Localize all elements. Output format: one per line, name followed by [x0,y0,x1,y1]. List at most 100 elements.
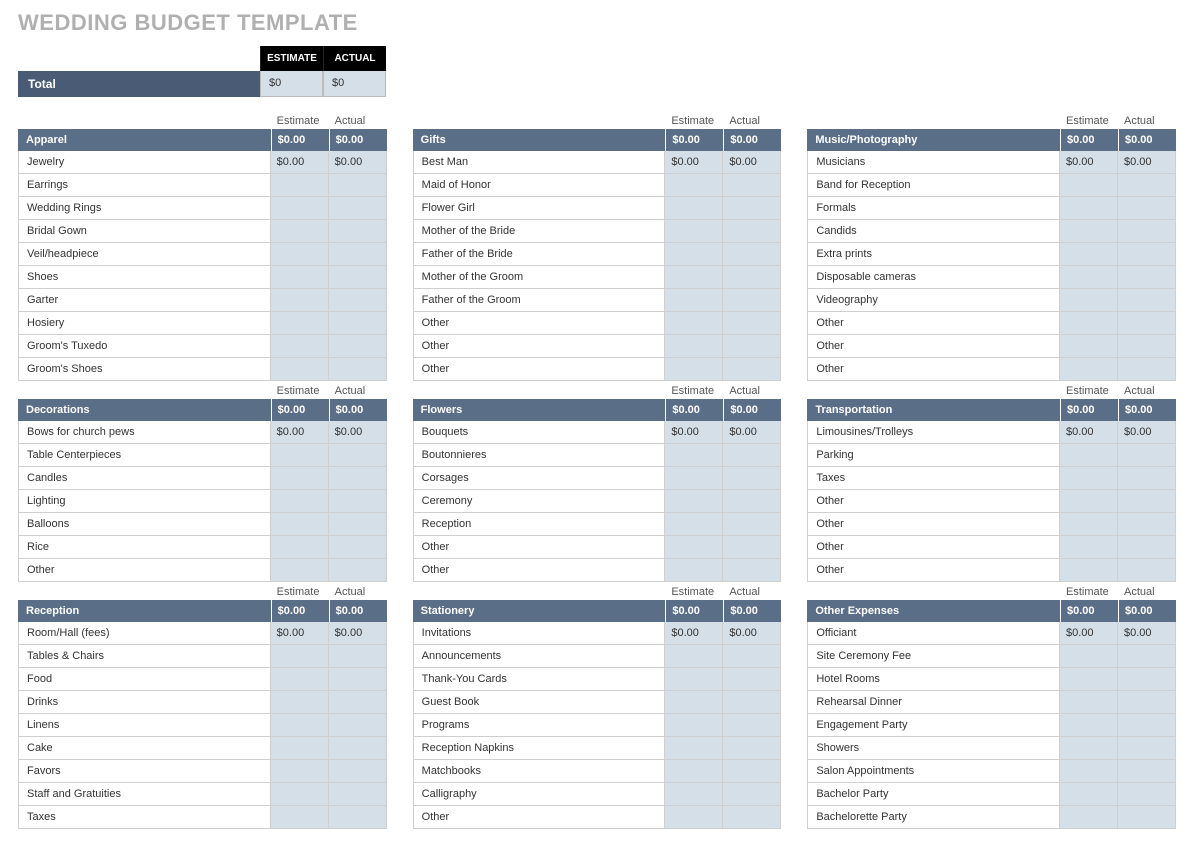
line-item-estimate[interactable] [664,806,722,828]
line-item-estimate[interactable] [664,335,722,357]
line-item-estimate[interactable] [1059,197,1117,219]
category-actual[interactable]: $0.00 [1118,600,1176,622]
line-item-estimate[interactable] [1059,289,1117,311]
line-item-actual[interactable] [1117,691,1175,713]
line-item-actual[interactable] [722,645,780,667]
line-item-estimate[interactable] [664,490,722,512]
line-item-estimate[interactable] [664,645,722,667]
line-item-actual[interactable] [328,358,386,380]
line-item-actual[interactable] [722,220,780,242]
line-item-estimate[interactable] [664,266,722,288]
line-item-estimate[interactable] [1059,243,1117,265]
line-item-actual[interactable] [328,559,386,581]
line-item-actual[interactable] [1117,536,1175,558]
line-item-estimate[interactable] [270,760,328,782]
line-item-estimate[interactable]: $0.00 [664,421,722,443]
line-item-estimate[interactable] [1059,714,1117,736]
line-item-actual[interactable] [328,335,386,357]
line-item-estimate[interactable] [270,645,328,667]
line-item-estimate[interactable] [270,312,328,334]
line-item-estimate[interactable] [1059,645,1117,667]
line-item-estimate[interactable] [1059,536,1117,558]
line-item-actual[interactable] [722,806,780,828]
line-item-actual[interactable] [1117,266,1175,288]
line-item-estimate[interactable] [270,467,328,489]
line-item-estimate[interactable] [270,243,328,265]
line-item-actual[interactable] [328,243,386,265]
line-item-estimate[interactable]: $0.00 [1059,421,1117,443]
line-item-actual[interactable] [1117,197,1175,219]
line-item-actual[interactable] [1117,243,1175,265]
category-actual[interactable]: $0.00 [723,600,781,622]
line-item-actual[interactable] [722,358,780,380]
line-item-actual[interactable] [328,490,386,512]
line-item-actual[interactable] [722,714,780,736]
line-item-actual[interactable] [722,243,780,265]
line-item-actual[interactable] [328,174,386,196]
line-item-estimate[interactable] [1059,335,1117,357]
totals-actual-value[interactable]: $0 [323,71,386,97]
line-item-actual[interactable] [328,806,386,828]
line-item-actual[interactable] [1117,645,1175,667]
line-item-actual[interactable] [328,220,386,242]
line-item-actual[interactable]: $0.00 [328,421,386,443]
line-item-estimate[interactable] [270,783,328,805]
line-item-estimate[interactable]: $0.00 [664,622,722,644]
line-item-estimate[interactable] [270,806,328,828]
category-estimate[interactable]: $0.00 [1060,399,1118,421]
line-item-estimate[interactable] [270,536,328,558]
line-item-estimate[interactable] [664,444,722,466]
line-item-estimate[interactable] [270,490,328,512]
line-item-estimate[interactable] [1059,444,1117,466]
line-item-actual[interactable]: $0.00 [722,622,780,644]
line-item-estimate[interactable] [270,335,328,357]
line-item-estimate[interactable] [1059,358,1117,380]
line-item-actual[interactable] [722,289,780,311]
line-item-estimate[interactable] [664,714,722,736]
line-item-actual[interactable] [328,645,386,667]
category-estimate[interactable]: $0.00 [1060,129,1118,151]
line-item-actual[interactable] [328,312,386,334]
line-item-actual[interactable] [328,760,386,782]
line-item-actual[interactable] [722,559,780,581]
line-item-estimate[interactable] [1059,783,1117,805]
line-item-estimate[interactable] [270,444,328,466]
line-item-actual[interactable] [722,783,780,805]
line-item-estimate[interactable] [1059,467,1117,489]
line-item-actual[interactable] [1117,806,1175,828]
line-item-actual[interactable] [722,691,780,713]
line-item-actual[interactable] [722,467,780,489]
category-actual[interactable]: $0.00 [723,399,781,421]
line-item-estimate[interactable]: $0.00 [270,421,328,443]
line-item-actual[interactable] [722,737,780,759]
line-item-actual[interactable]: $0.00 [1117,151,1175,173]
totals-estimate-value[interactable]: $0 [260,71,323,97]
line-item-actual[interactable]: $0.00 [722,151,780,173]
line-item-estimate[interactable] [270,197,328,219]
line-item-estimate[interactable] [664,220,722,242]
line-item-estimate[interactable] [664,737,722,759]
category-actual[interactable]: $0.00 [723,129,781,151]
line-item-estimate[interactable] [664,467,722,489]
line-item-estimate[interactable] [270,220,328,242]
line-item-actual[interactable] [328,444,386,466]
line-item-actual[interactable] [1117,467,1175,489]
line-item-actual[interactable] [328,289,386,311]
line-item-actual[interactable] [722,335,780,357]
line-item-actual[interactable]: $0.00 [722,421,780,443]
line-item-estimate[interactable] [270,714,328,736]
line-item-estimate[interactable] [270,668,328,690]
line-item-actual[interactable] [328,668,386,690]
line-item-estimate[interactable] [664,513,722,535]
line-item-actual[interactable] [1117,174,1175,196]
line-item-actual[interactable] [1117,714,1175,736]
line-item-actual[interactable] [1117,335,1175,357]
line-item-estimate[interactable] [270,559,328,581]
line-item-estimate[interactable] [270,174,328,196]
line-item-estimate[interactable] [664,668,722,690]
line-item-estimate[interactable] [1059,806,1117,828]
line-item-actual[interactable] [722,197,780,219]
line-item-actual[interactable] [328,783,386,805]
line-item-estimate[interactable] [1059,266,1117,288]
line-item-estimate[interactable] [1059,312,1117,334]
